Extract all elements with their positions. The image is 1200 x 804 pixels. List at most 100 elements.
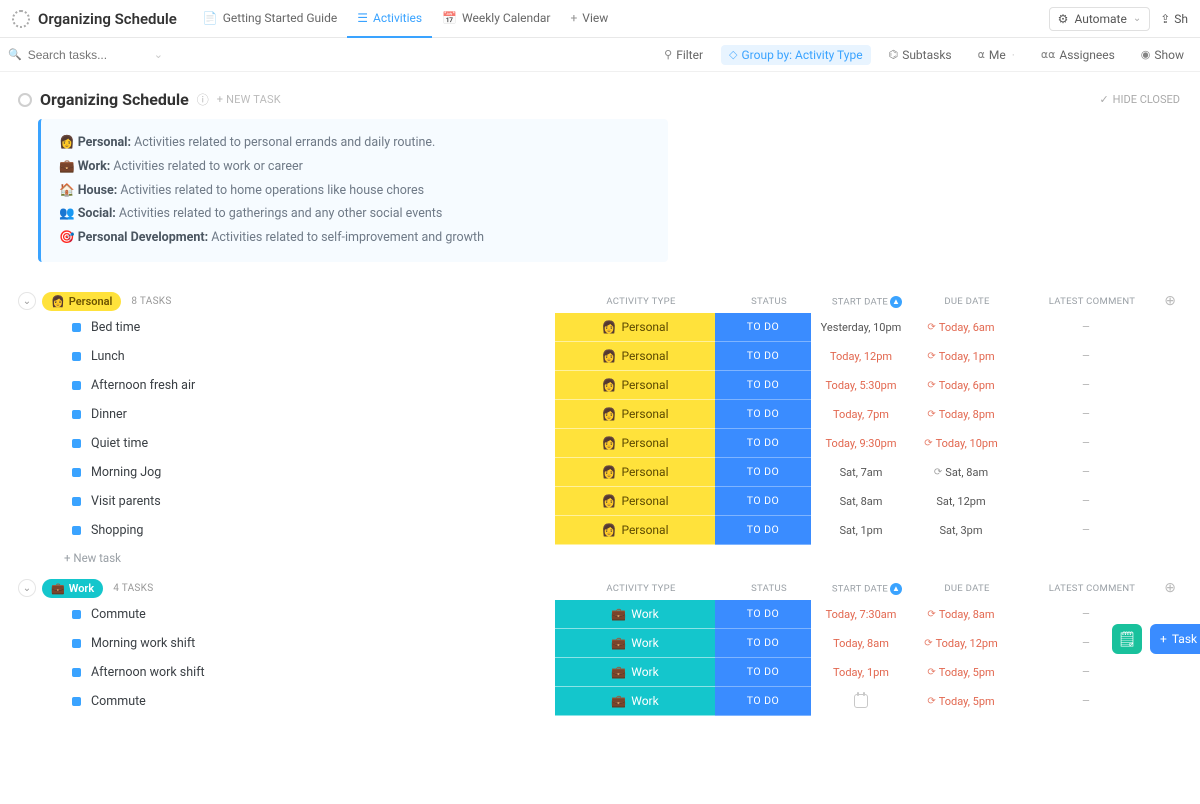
notepad-fab[interactable]: 🗒 [1112, 624, 1142, 654]
status-cell[interactable]: TO DO [715, 400, 811, 429]
chevron-down-icon[interactable]: ⌄ [154, 48, 163, 61]
activity-type-cell[interactable]: 👩 Personal [555, 458, 715, 487]
task-row[interactable]: Quiet time 👩 Personal TO DO Today, 9:30p… [12, 429, 1188, 458]
due-date-cell[interactable]: ⟳ Today, 10pm [911, 429, 1011, 458]
due-date-cell[interactable]: ⟳ Today, 5pm [911, 687, 1011, 716]
activity-type-cell[interactable]: 👩 Personal [555, 400, 715, 429]
start-date-cell[interactable]: Today, 5:30pm [811, 371, 911, 400]
status-cell[interactable]: TO DO [715, 371, 811, 400]
activity-type-cell[interactable]: 👩 Personal [555, 487, 715, 516]
task-name-cell[interactable]: Morning Jog [12, 458, 555, 487]
collapse-toggle[interactable]: ⌄ [18, 579, 36, 597]
col-start-date[interactable]: START DATE▲ [817, 583, 917, 595]
task-row[interactable]: Afternoon work shift 💼 Work TO DO Today,… [12, 658, 1188, 687]
show-button[interactable]: ◉Show [1133, 45, 1192, 65]
start-date-cell[interactable]: Sat, 7am [811, 458, 911, 487]
comment-cell[interactable]: – [1011, 487, 1161, 516]
task-row[interactable]: Bed time 👩 Personal TO DO Yesterday, 10p… [12, 313, 1188, 342]
task-row[interactable]: Lunch 👩 Personal TO DO Today, 12pm ⟳ Tod… [12, 342, 1188, 371]
due-date-cell[interactable]: ⟳ Today, 8pm [911, 400, 1011, 429]
task-row[interactable]: Morning work shift 💼 Work TO DO Today, 8… [12, 629, 1188, 658]
automate-button[interactable]: ⚙︎ Automate ⌄ [1049, 7, 1151, 31]
due-date-cell[interactable]: ⟳ Today, 1pm [911, 342, 1011, 371]
share-button[interactable]: ⇪ Sh [1156, 8, 1192, 30]
tab-weekly-calendar[interactable]: 📅 Weekly Calendar [432, 0, 560, 38]
due-date-cell[interactable]: ⟳ Sat, 8am [911, 458, 1011, 487]
new-task-row[interactable]: + New task [12, 545, 1188, 571]
start-date-cell[interactable]: Today, 1pm [811, 658, 911, 687]
subtasks-button[interactable]: ⌬Subtasks [881, 45, 960, 65]
start-date-cell[interactable]: Yesterday, 10pm [811, 313, 911, 342]
comment-cell[interactable]: – [1011, 658, 1161, 687]
new-task-fab[interactable]: + Task [1150, 624, 1200, 654]
task-row[interactable]: Visit parents 👩 Personal TO DO Sat, 8am … [12, 487, 1188, 516]
activity-type-cell[interactable]: 👩 Personal [555, 516, 715, 545]
task-row[interactable]: Shopping 👩 Personal TO DO Sat, 1pm Sat, … [12, 516, 1188, 545]
activity-type-cell[interactable]: 👩 Personal [555, 313, 715, 342]
status-cell[interactable]: TO DO [715, 687, 811, 716]
due-date-cell[interactable]: ⟳ Today, 6pm [911, 371, 1011, 400]
new-task-header[interactable]: + NEW TASK [217, 93, 281, 106]
activity-type-cell[interactable]: 👩 Personal [555, 371, 715, 400]
comment-cell[interactable]: – [1011, 458, 1161, 487]
tab-getting-started[interactable]: 📄 Getting Started Guide [193, 0, 347, 38]
add-column-button[interactable]: ⊕ [1164, 293, 1188, 309]
due-date-cell[interactable]: Sat, 3pm [911, 516, 1011, 545]
filter-button[interactable]: ⚲Filter [656, 45, 711, 65]
status-cell[interactable]: TO DO [715, 487, 811, 516]
comment-cell[interactable]: – [1011, 429, 1161, 458]
task-name-cell[interactable]: Dinner [12, 400, 555, 429]
status-cell[interactable]: TO DO [715, 516, 811, 545]
col-start-date[interactable]: START DATE▲ [817, 296, 917, 308]
hide-closed-button[interactable]: ✓ HIDE CLOSED [1099, 93, 1188, 106]
collapse-toggle[interactable]: ⌄ [18, 292, 36, 310]
task-row[interactable]: Morning Jog 👩 Personal TO DO Sat, 7am ⟳ … [12, 458, 1188, 487]
tab-activities[interactable]: ☰ Activities [347, 0, 432, 38]
col-due-date[interactable]: DUE DATE [917, 296, 1017, 307]
task-name-cell[interactable]: Afternoon work shift [12, 658, 555, 687]
due-date-cell[interactable]: ⟳ Today, 6am [911, 313, 1011, 342]
activity-type-cell[interactable]: 💼 Work [555, 600, 715, 629]
col-status[interactable]: STATUS [721, 583, 817, 594]
comment-cell[interactable]: – [1011, 342, 1161, 371]
status-cell[interactable]: TO DO [715, 342, 811, 371]
comment-cell[interactable]: – [1011, 371, 1161, 400]
me-button[interactable]: ⍺Me· [970, 45, 1023, 65]
comment-cell[interactable]: – [1011, 516, 1161, 545]
group-chip[interactable]: 👩 Personal [42, 292, 121, 311]
task-name-cell[interactable]: Commute [12, 687, 555, 716]
task-name-cell[interactable]: Afternoon fresh air [12, 371, 555, 400]
due-date-cell[interactable]: Sat, 12pm [911, 487, 1011, 516]
start-date-cell[interactable]: Sat, 1pm [811, 516, 911, 545]
add-column-button[interactable]: ⊕ [1164, 580, 1188, 596]
task-name-cell[interactable]: Lunch [12, 342, 555, 371]
task-row[interactable]: Commute 💼 Work TO DO ⟳ Today, 5pm – [12, 687, 1188, 716]
col-due-date[interactable]: DUE DATE [917, 583, 1017, 594]
task-name-cell[interactable]: Morning work shift [12, 629, 555, 658]
due-date-cell[interactable]: ⟳ Today, 8am [911, 600, 1011, 629]
activity-type-cell[interactable]: 💼 Work [555, 687, 715, 716]
start-date-cell[interactable]: Today, 12pm [811, 342, 911, 371]
tab-add-view[interactable]: + View [560, 0, 618, 38]
activity-type-cell[interactable]: 💼 Work [555, 629, 715, 658]
start-date-cell[interactable]: Sat, 8am [811, 487, 911, 516]
start-date-cell[interactable] [811, 687, 911, 716]
task-name-cell[interactable]: Shopping [12, 516, 555, 545]
due-date-cell[interactable]: ⟳ Today, 5pm [911, 658, 1011, 687]
task-name-cell[interactable]: Visit parents [12, 487, 555, 516]
start-date-cell[interactable]: Today, 7:30am [811, 600, 911, 629]
status-cell[interactable]: TO DO [715, 658, 811, 687]
start-date-cell[interactable]: Today, 7pm [811, 400, 911, 429]
activity-type-cell[interactable]: 👩 Personal [555, 429, 715, 458]
info-icon[interactable]: ⓘ [197, 91, 209, 108]
col-latest-comment[interactable]: LATEST COMMENT [1017, 296, 1167, 307]
group-chip[interactable]: 💼 Work [42, 579, 103, 598]
task-name-cell[interactable]: Quiet time [12, 429, 555, 458]
comment-cell[interactable]: – [1011, 400, 1161, 429]
task-row[interactable]: Afternoon fresh air 👩 Personal TO DO Tod… [12, 371, 1188, 400]
col-activity-type[interactable]: ACTIVITY TYPE [561, 583, 721, 594]
start-date-cell[interactable]: Today, 9:30pm [811, 429, 911, 458]
col-status[interactable]: STATUS [721, 296, 817, 307]
task-row[interactable]: Dinner 👩 Personal TO DO Today, 7pm ⟳ Tod… [12, 400, 1188, 429]
status-cell[interactable]: TO DO [715, 600, 811, 629]
